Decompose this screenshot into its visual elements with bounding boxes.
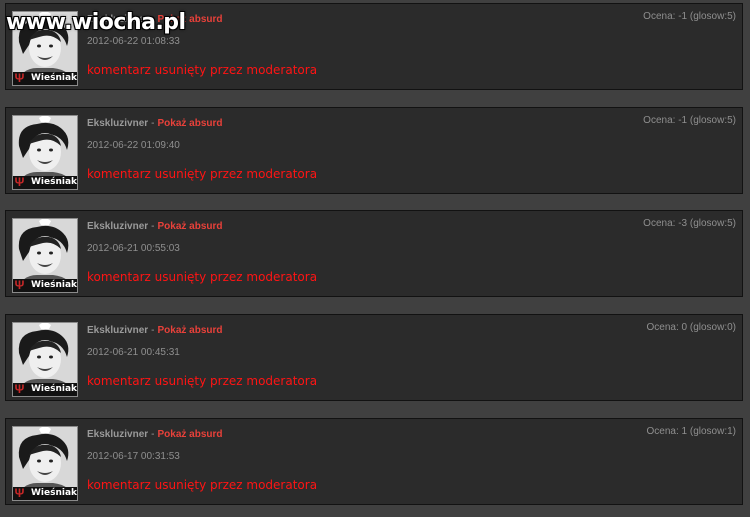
rank-bar: Ψ Wieśniak [13,176,77,189]
comment-date: 2012-06-21 00:45:31 [87,347,180,358]
comment-score: Ocena: -3 (glosow:5) [643,218,736,229]
show-absurd-link[interactable]: Pokaż absurd [158,325,223,336]
site-watermark: www.wiocha.pl [6,10,186,35]
author-name[interactable]: Ekskluzivner [87,429,148,440]
author-name[interactable]: Ekskluzivner [87,118,148,129]
separator: - [151,325,155,336]
user-avatar[interactable]: Ψ Wieśniak [12,115,78,190]
rank-label: Wieśniak [31,384,78,394]
user-avatar[interactable]: Ψ Wieśniak [12,322,78,397]
show-absurd-link[interactable]: Pokaż absurd [158,118,223,129]
rank-icon: Ψ [14,278,25,292]
rank-icon: Ψ [14,71,25,85]
user-avatar[interactable]: Ψ Wieśniak [12,426,78,501]
comment-meta: Ekskluzivner - Pokaż absurd [87,429,223,440]
comment-score: Ocena: 0 (glosow:0) [646,322,737,333]
user-avatar[interactable]: Ψ Wieśniak [12,218,78,293]
comment-card: Ψ Wieśniak Ekskluzivner - Pokaż absurd 201… [5,107,743,194]
comment-score: Ocena: -1 (glosow:5) [643,11,736,22]
separator: - [151,221,155,232]
comment-meta: Ekskluzivner - Pokaż absurd [87,118,223,129]
rank-bar: Ψ Wieśniak [13,279,77,292]
rank-icon: Ψ [14,486,25,500]
comment-score: Ocena: 1 (glosow:1) [646,426,737,437]
comment-date: 2012-06-22 01:09:40 [87,140,180,151]
comment-card: Ψ Wieśniak Ekskluzivner - Pokaż absurd 201… [5,210,743,297]
comment-text: komentarz usunięty przez moderatora [87,167,318,181]
rank-bar: Ψ Wieśniak [13,72,77,85]
comment-card: Ψ Wieśniak Ekskluzivner - Pokaż absurd 201… [5,314,743,401]
rank-label: Wieśniak [31,280,78,290]
comment-list: www.wiocha.pl Ψ Wieśniak Ekskluzivner - Po… [0,0,750,517]
rank-bar: Ψ Wieśniak [13,383,77,396]
rank-icon: Ψ [14,382,25,396]
comment-date: 2012-06-17 00:31:53 [87,451,180,462]
show-absurd-link[interactable]: Pokaż absurd [158,429,223,440]
comment-meta: Ekskluzivner - Pokaż absurd [87,325,223,336]
separator: - [151,429,155,440]
comment-date: 2012-06-21 00:55:03 [87,243,180,254]
comment-card: Ψ Wieśniak Ekskluzivner - Pokaż absurd 201… [5,418,743,505]
comment-text: komentarz usunięty przez moderatora [87,478,318,492]
rank-label: Wieśniak [31,73,78,83]
author-name[interactable]: Ekskluzivner [87,325,148,336]
comment-score: Ocena: -1 (glosow:5) [643,115,736,126]
comment-text: komentarz usunięty przez moderatora [87,374,318,388]
rank-label: Wieśniak [31,488,78,498]
show-absurd-link[interactable]: Pokaż absurd [158,221,223,232]
author-name[interactable]: Ekskluzivner [87,221,148,232]
comment-date: 2012-06-22 01:08:33 [87,36,180,47]
comment-text: komentarz usunięty przez moderatora [87,270,318,284]
rank-bar: Ψ Wieśniak [13,487,77,500]
comment-meta: Ekskluzivner - Pokaż absurd [87,221,223,232]
comment-text: komentarz usunięty przez moderatora [87,63,318,77]
separator: - [151,118,155,129]
rank-label: Wieśniak [31,177,78,187]
rank-icon: Ψ [14,175,25,189]
